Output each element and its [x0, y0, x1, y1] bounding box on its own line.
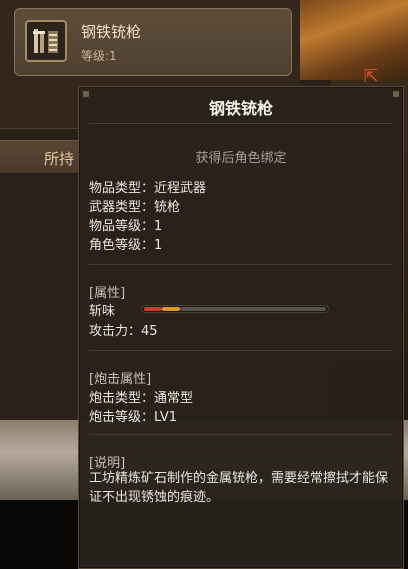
tab-owned-label: 所持 [44, 150, 75, 168]
item-name: 钢铁铳枪 [81, 23, 142, 41]
description-text: 工坊精炼矿石制作的金属铳枪，需要经常擦拭才能保证不出现锈蚀的痕迹。 [89, 471, 389, 505]
shelling-header: [炮击属性] [89, 372, 152, 387]
divider [89, 264, 393, 265]
bind-note: 获得后角色绑定 [195, 151, 287, 166]
item-slot[interactable]: 钢铁铳枪 等级:1 [14, 8, 292, 76]
sharpness-label: 斩味 [89, 304, 116, 319]
divider [89, 350, 393, 351]
divider [89, 123, 393, 124]
sharpness-bar [141, 305, 329, 313]
shelling-level-line: 炮击等级：LV1 [89, 410, 177, 425]
background-art [300, 0, 408, 80]
corner-arrow-icon[interactable]: ⇱ [360, 66, 382, 88]
shelling-type-line: 炮击类型：通常型 [89, 391, 194, 406]
item-tooltip: 钢铁铳枪 获得后角色绑定 物品类型：近程武器 武器类型：铳枪 物品等级：1 角色… [78, 86, 404, 569]
gunlance-icon [25, 20, 67, 62]
attack-line: 攻击力：45 [89, 324, 158, 339]
item-type-line: 物品类型：近程武器 [89, 181, 207, 196]
weapon-type-line: 武器类型：铳枪 [89, 200, 181, 215]
sharpness-empty-segment [180, 307, 326, 311]
sharpness-orange-segment [162, 307, 180, 311]
item-level-line: 物品等级：1 [89, 219, 163, 234]
attributes-header: [属性] [89, 286, 126, 301]
sharpness-red-segment [144, 307, 162, 311]
character-level-line: 角色等级：1 [89, 238, 163, 253]
item-level: 等级:1 [81, 49, 117, 63]
tooltip-title: 钢铁铳枪 [208, 99, 273, 118]
divider [89, 434, 393, 435]
